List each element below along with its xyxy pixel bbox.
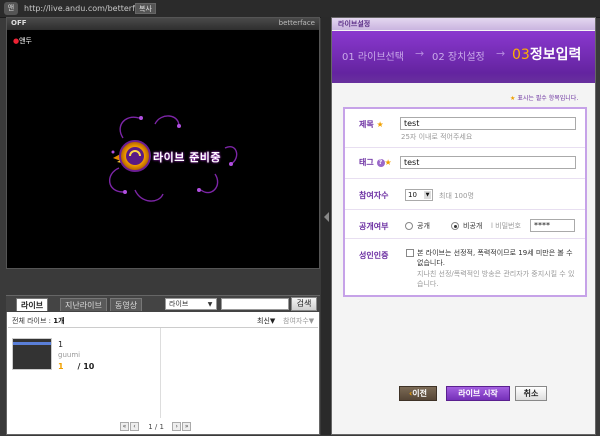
step-1: 01 라이브선택 (342, 52, 404, 63)
list-column-divider (160, 328, 161, 418)
private-radio-label: 비공개 (463, 222, 483, 230)
participants-hint: 최대 100명 (439, 192, 474, 200)
tab-past-live[interactable]: 지난라이브 (60, 298, 107, 311)
tag-label: 태그 ? ★ (359, 158, 392, 167)
step-2: 02 장치설정 (432, 52, 485, 63)
broadcast-status: OFF (11, 19, 27, 27)
row-divider (345, 178, 585, 179)
adult-warning: 지나친 선정/폭력적인 방송은 관리자가 중지시킬 수 있습니다. (417, 270, 575, 288)
live-item-title[interactable]: 1 (58, 340, 63, 349)
copy-url-button[interactable]: 복사 (135, 3, 156, 14)
private-radio[interactable] (451, 222, 459, 230)
live-ready-text: 라이브 준비중 (153, 151, 222, 164)
participants-label: 참여자수 (359, 191, 389, 200)
row-divider (345, 238, 585, 239)
adult-verification-label: 성인인증 (359, 251, 389, 260)
step-arrow-icon: → (496, 47, 506, 60)
total-live-count: 전체 라이브 : 1개 (12, 317, 65, 325)
chevron-down-icon: ▼ (207, 301, 213, 308)
live-item-viewers: 1 / 10 (58, 362, 95, 371)
live-item-thumbnail[interactable] (12, 338, 52, 370)
live-item-user: guumi (58, 351, 81, 359)
title-label: 제목 ★ (359, 120, 384, 129)
cancel-button[interactable]: 취소 (515, 386, 547, 401)
public-radio[interactable] (405, 222, 413, 230)
tag-input[interactable]: test (400, 156, 576, 169)
title-input[interactable]: test (400, 117, 576, 130)
first-page-button[interactable]: « (120, 422, 129, 431)
list-search-input[interactable] (221, 298, 289, 310)
prev-button[interactable]: ‹이전 (399, 386, 437, 401)
password-label: l 비밀번호 (491, 222, 521, 230)
list-divider (8, 327, 318, 328)
title-hint: 25자 이내로 적어주세요 (401, 133, 473, 141)
help-icon[interactable]: ? (376, 158, 385, 167)
public-radio-label: 공개 (417, 222, 430, 230)
page-indicator: 1 / 1 (148, 422, 164, 431)
tab-videos[interactable]: 동영상 (110, 298, 143, 311)
channel-name: betterface (278, 19, 315, 27)
sort-latest-button[interactable]: 최신▼ (257, 316, 275, 326)
app-logo-icon: 앤 (4, 2, 18, 15)
next-page-button[interactable]: › (172, 422, 182, 431)
chevron-down-icon: ▼ (424, 191, 431, 199)
channel-url: http://live.andu.com/betterface (24, 4, 150, 13)
step-progress: 01 라이브선택 → 02 장치설정 → 03정보입력 (332, 31, 595, 83)
andu-logo: ●앤두 (13, 37, 32, 45)
participants-select[interactable]: 10 ▼ (405, 189, 433, 201)
list-pager: «‹ 1 / 1 ›» (120, 422, 192, 431)
settings-header-bar (332, 18, 595, 30)
settings-header-title: 라이브설정 (338, 20, 371, 28)
row-divider (345, 209, 585, 210)
visibility-label: 공개여부 (359, 222, 389, 231)
player-panel: OFF betterface ●앤두 라이브 준비중 (6, 17, 320, 269)
adult-checkbox[interactable] (406, 249, 414, 257)
search-button[interactable]: 검색 (291, 297, 317, 311)
video-area[interactable]: ●앤두 라이브 준비중 (7, 30, 319, 268)
adult-notice: 본 라이브는 선정적, 폭력적이므로 19세 미만은 볼 수 없습니다. (417, 249, 573, 267)
row-divider (345, 147, 585, 148)
start-live-button[interactable]: 라이브 시작 (446, 386, 510, 401)
list-filter-select[interactable]: 라이브 ▼ (165, 298, 217, 310)
step-3-current: 03정보입력 (512, 47, 582, 63)
step-arrow-icon: → (415, 47, 425, 60)
player-header: OFF betterface (7, 18, 319, 30)
tab-live[interactable]: 라이브 (16, 298, 49, 311)
address-bar: 앤 http://live.andu.com/betterface 복사 (0, 0, 600, 18)
sort-viewers-button[interactable]: 참여자수▼ (283, 316, 314, 326)
panel-splitter[interactable] (321, 17, 331, 435)
password-input[interactable]: **** (530, 219, 575, 232)
last-page-button[interactable]: » (182, 422, 192, 431)
prev-page-button[interactable]: ‹ (130, 422, 139, 431)
required-fields-note: ★ 표시는 필수 항목입니다. (510, 95, 579, 102)
